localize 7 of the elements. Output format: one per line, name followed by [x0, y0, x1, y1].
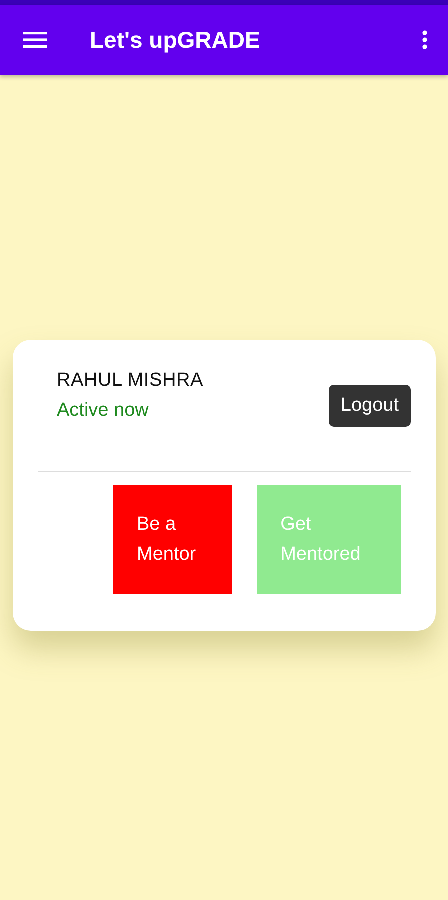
user-name: RAHUL MISHRA — [57, 370, 204, 392]
logout-button[interactable]: Logout — [328, 385, 411, 427]
menu-icon[interactable] — [23, 31, 47, 49]
action-button[interactable]: Be a Mentor — [113, 485, 232, 594]
status-text: Active now — [57, 400, 150, 422]
app-title: Let's upGRADE — [90, 26, 262, 54]
more-options-icon[interactable] — [422, 30, 428, 50]
